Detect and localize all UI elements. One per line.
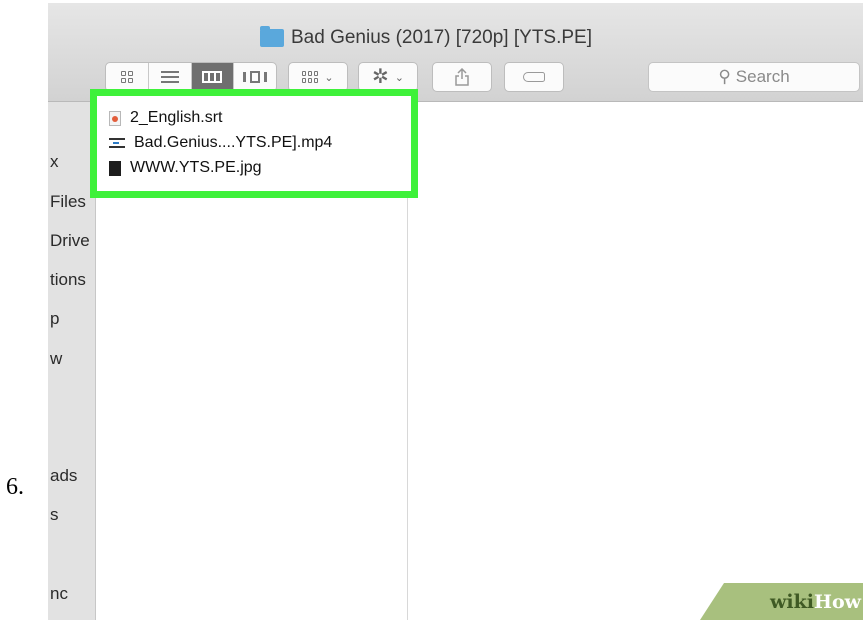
- sidebar-item[interactable]: w: [50, 349, 62, 369]
- cover-flow-button[interactable]: [234, 63, 276, 91]
- video-file-icon: [109, 138, 125, 148]
- sidebar-item[interactable]: s: [50, 505, 59, 525]
- watermark-wiki: wiki: [770, 590, 815, 613]
- file-row[interactable]: WWW.YTS.PE.jpg: [109, 159, 262, 177]
- chevron-down-icon: ⌄: [324, 71, 334, 84]
- tag-icon: [523, 72, 545, 82]
- share-icon: [455, 68, 469, 86]
- sidebar: x Files Drive tions p w ads s nc: [48, 102, 96, 620]
- action-button[interactable]: ✲ ⌄: [358, 62, 418, 92]
- list-view-button[interactable]: [149, 63, 192, 91]
- sidebar-item[interactable]: ads: [50, 466, 77, 486]
- file-name: Bad.Genius....YTS.PE].mp4: [134, 134, 333, 151]
- cover-flow-icon: [243, 71, 268, 83]
- sidebar-item[interactable]: tions: [50, 270, 86, 290]
- highlight-box: 2_English.srt Bad.Genius....YTS.PE].mp4 …: [90, 89, 418, 198]
- sidebar-item[interactable]: Drive: [50, 231, 90, 251]
- chevron-down-icon: ⌄: [394, 71, 404, 84]
- column-view-button[interactable]: [191, 63, 235, 91]
- share-button[interactable]: [432, 62, 492, 92]
- arrange-grid-icon: [302, 71, 319, 83]
- arrange-button[interactable]: ⌄: [288, 62, 348, 92]
- folder-icon: [260, 26, 284, 47]
- file-name: 2_English.srt: [130, 109, 223, 126]
- sidebar-item[interactable]: x: [50, 152, 59, 172]
- wikihow-watermark: wiki How: [700, 583, 863, 620]
- search-field[interactable]: ⚲ Search: [648, 62, 860, 92]
- file-row[interactable]: Bad.Genius....YTS.PE].mp4: [109, 134, 332, 152]
- column-view-icon: [202, 71, 223, 83]
- sidebar-item[interactable]: p: [50, 309, 59, 329]
- file-name: WWW.YTS.PE.jpg: [130, 159, 262, 176]
- watermark-how: How: [814, 590, 861, 613]
- sidebar-item[interactable]: nc: [50, 584, 68, 604]
- view-switcher: [105, 62, 277, 92]
- subtitle-file-icon: [109, 110, 121, 126]
- file-row[interactable]: 2_English.srt: [109, 109, 223, 127]
- icon-view-button[interactable]: [106, 63, 149, 91]
- icon-view-icon: [120, 71, 133, 83]
- tags-button[interactable]: [504, 62, 564, 92]
- image-file-icon: [109, 160, 121, 176]
- preview-column: [408, 102, 863, 620]
- window-title-text: Bad Genius (2017) [720p] [YTS.PE]: [291, 27, 593, 48]
- search-icon: ⚲: [718, 67, 731, 86]
- sidebar-item[interactable]: Files: [50, 192, 86, 212]
- list-view-icon: [160, 71, 179, 83]
- toolbar: Bad Genius (2017) [720p] [YTS.PE] ⌄ ✲ ⌄: [48, 3, 863, 102]
- search-placeholder: Search: [735, 67, 790, 86]
- window-title: Bad Genius (2017) [720p] [YTS.PE]: [260, 26, 593, 49]
- step-number: 6.: [6, 474, 24, 500]
- gear-icon: ✲: [372, 66, 389, 88]
